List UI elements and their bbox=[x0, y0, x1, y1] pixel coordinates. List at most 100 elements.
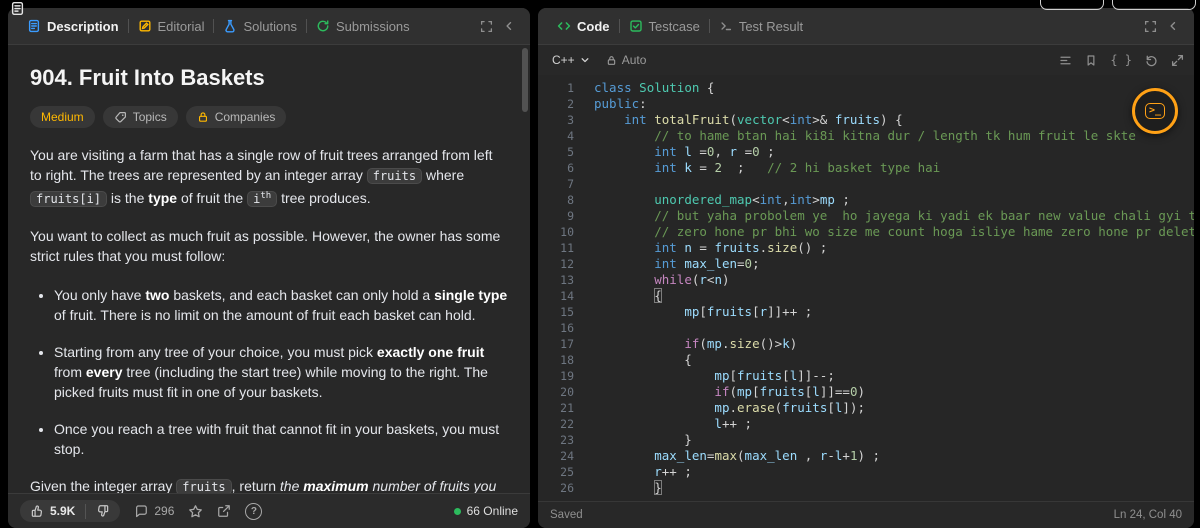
streak-badge[interactable]: >_ bbox=[1132, 88, 1178, 134]
fullscreen-icon[interactable] bbox=[1171, 54, 1184, 67]
tab-description[interactable]: Description bbox=[18, 19, 128, 34]
line-number: 18 bbox=[560, 353, 574, 367]
code-line[interactable]: 15 mp[fruits[r]]++ ; bbox=[538, 304, 1194, 320]
scrollbar-thumb[interactable] bbox=[522, 48, 528, 112]
problem-footer: 5.9K 296 ? 66 Online bbox=[8, 493, 530, 528]
code-editor[interactable]: 1 class Solution {2 public: 3 int totalFrui… bbox=[538, 75, 1194, 502]
line-number: 8 bbox=[567, 193, 574, 207]
editor-actions: { } bbox=[1059, 54, 1184, 67]
favorite-button[interactable] bbox=[188, 504, 203, 519]
tab-editorial[interactable]: Editorial bbox=[129, 19, 214, 34]
code-line[interactable]: 24 max_len=max(max_len , r-l+1) ; bbox=[538, 448, 1194, 464]
code-line[interactable]: 1 class Solution { bbox=[538, 80, 1194, 96]
tab-label: Submissions bbox=[335, 18, 410, 34]
code-line[interactable]: 22 l++ ; bbox=[538, 416, 1194, 432]
left-tabbar: Description Editorial Solutions Submissi… bbox=[8, 8, 530, 45]
lock-icon bbox=[606, 55, 617, 66]
tab-label: Description bbox=[47, 18, 119, 34]
braces-icon[interactable]: { } bbox=[1110, 54, 1132, 66]
code-line[interactable]: 25 r++ ; bbox=[538, 464, 1194, 480]
tab-testcase[interactable]: Testcase bbox=[620, 19, 709, 34]
code-line[interactable]: 14 { bbox=[538, 288, 1194, 304]
vote-control: 5.9K bbox=[20, 500, 121, 522]
companies-badge[interactable]: Companies bbox=[185, 106, 287, 128]
problem-content: 904. Fruit Into Baskets Medium Topics Co… bbox=[8, 45, 530, 528]
line-number: 23 bbox=[560, 433, 574, 447]
code-line[interactable]: 21 mp.erase(fruits[l]); bbox=[538, 400, 1194, 416]
expand-panel-icon[interactable] bbox=[475, 20, 498, 33]
bookmark-icon[interactable] bbox=[1085, 54, 1097, 67]
code-line[interactable]: 17 if(mp.size()>k) bbox=[538, 336, 1194, 352]
code-line[interactable]: 19 mp[fruits[l]]--; bbox=[538, 368, 1194, 384]
line-number: 9 bbox=[567, 209, 574, 223]
tab-submissions[interactable]: Submissions bbox=[307, 19, 419, 34]
testcase-icon bbox=[629, 19, 643, 33]
line-number: 26 bbox=[560, 481, 574, 495]
collapse-panel-icon[interactable] bbox=[498, 20, 520, 32]
tab-label: Code bbox=[577, 18, 610, 34]
code-line[interactable]: 6 int k = 2 ; // 2 hi basket type hai bbox=[538, 160, 1194, 176]
description-icon bbox=[27, 19, 41, 33]
cursor-position: Ln 24, Col 40 bbox=[1113, 509, 1182, 521]
expand-panel-icon[interactable] bbox=[1139, 20, 1162, 33]
difficulty-badge[interactable]: Medium bbox=[30, 106, 95, 128]
companies-label: Companies bbox=[214, 110, 276, 124]
line-number: 16 bbox=[560, 321, 574, 335]
code-line[interactable]: 11 int n = fruits.size() ; bbox=[538, 240, 1194, 256]
code-line[interactable]: 18 { bbox=[538, 352, 1194, 368]
topbar-button[interactable] bbox=[1112, 0, 1196, 10]
code-line[interactable]: 9 // but yaha probolem ye ho jayega ki y… bbox=[538, 208, 1194, 224]
line-number: 15 bbox=[560, 305, 574, 319]
code-line[interactable]: 5 int l =0, r =0 ; bbox=[538, 144, 1194, 160]
line-number: 12 bbox=[560, 257, 574, 271]
tab-test-result[interactable]: Test Result bbox=[710, 19, 812, 34]
right-tabbar: Code Testcase Test Result bbox=[538, 8, 1194, 45]
code-icon bbox=[557, 19, 571, 33]
problem-paragraph: You want to collect as much fruit as pos… bbox=[30, 228, 501, 264]
online-indicator: 66 Online bbox=[453, 504, 518, 518]
line-number: 17 bbox=[560, 337, 574, 351]
test-result-icon bbox=[719, 19, 733, 33]
code-line[interactable]: 7 bbox=[538, 176, 1194, 192]
share-button[interactable] bbox=[217, 504, 231, 518]
auto-toggle[interactable]: Auto bbox=[606, 53, 646, 67]
code-line[interactable]: 12 int max_len=0; bbox=[538, 256, 1194, 272]
help-button[interactable]: ? bbox=[245, 502, 263, 520]
tab-solutions[interactable]: Solutions bbox=[214, 19, 305, 34]
language-selector[interactable]: C++ bbox=[548, 51, 594, 69]
line-number: 22 bbox=[560, 417, 574, 431]
editor-statusbar: Saved Ln 24, Col 40 bbox=[538, 501, 1194, 528]
line-number: 4 bbox=[567, 129, 574, 143]
rule-item: Starting from any tree of your choice, y… bbox=[54, 342, 508, 402]
tab-label: Test Result bbox=[738, 18, 804, 34]
code-line[interactable]: 10 // zero hone pr bhi wo size me count … bbox=[538, 224, 1194, 240]
line-number: 3 bbox=[567, 113, 574, 127]
code-line[interactable]: 23 } bbox=[538, 432, 1194, 448]
online-count: 66 Online bbox=[466, 504, 518, 518]
code-line[interactable]: 16 bbox=[538, 320, 1194, 336]
code-line[interactable]: 13 while(r<n) bbox=[538, 272, 1194, 288]
star-icon bbox=[188, 504, 203, 519]
code-line[interactable]: 20 if(mp[fruits[l]]==0) bbox=[538, 384, 1194, 400]
share-icon bbox=[217, 504, 231, 518]
tab-code[interactable]: Code bbox=[548, 19, 619, 34]
format-code-icon[interactable] bbox=[1059, 54, 1072, 67]
comments-button[interactable]: 296 bbox=[134, 504, 174, 518]
topics-badge[interactable]: Topics bbox=[102, 106, 178, 128]
code-line[interactable]: 4 // to hame btan hai ki8i kitna dur / l… bbox=[538, 128, 1194, 144]
line-number: 14 bbox=[560, 289, 574, 303]
code-line[interactable]: 8 unordered_map<int,int>mp ; bbox=[538, 192, 1194, 208]
code-line[interactable]: 2 public: bbox=[538, 96, 1194, 112]
tag-icon bbox=[114, 111, 127, 124]
thumbs-down-icon bbox=[96, 504, 110, 518]
notes-icon[interactable] bbox=[10, 1, 25, 16]
like-button[interactable]: 5.9K bbox=[20, 500, 85, 522]
code-line[interactable]: 3 int totalFruit(vector<int>& fruits) { bbox=[538, 112, 1194, 128]
tab-label: Editorial bbox=[157, 18, 205, 34]
topbar-button[interactable] bbox=[1040, 0, 1104, 10]
reset-code-icon[interactable] bbox=[1145, 54, 1158, 67]
dislike-button[interactable] bbox=[86, 500, 120, 522]
collapse-panel-icon[interactable] bbox=[1162, 20, 1184, 32]
code-line[interactable]: 26 } bbox=[538, 480, 1194, 496]
editor-toolbar: C++ Auto { } bbox=[538, 45, 1194, 76]
